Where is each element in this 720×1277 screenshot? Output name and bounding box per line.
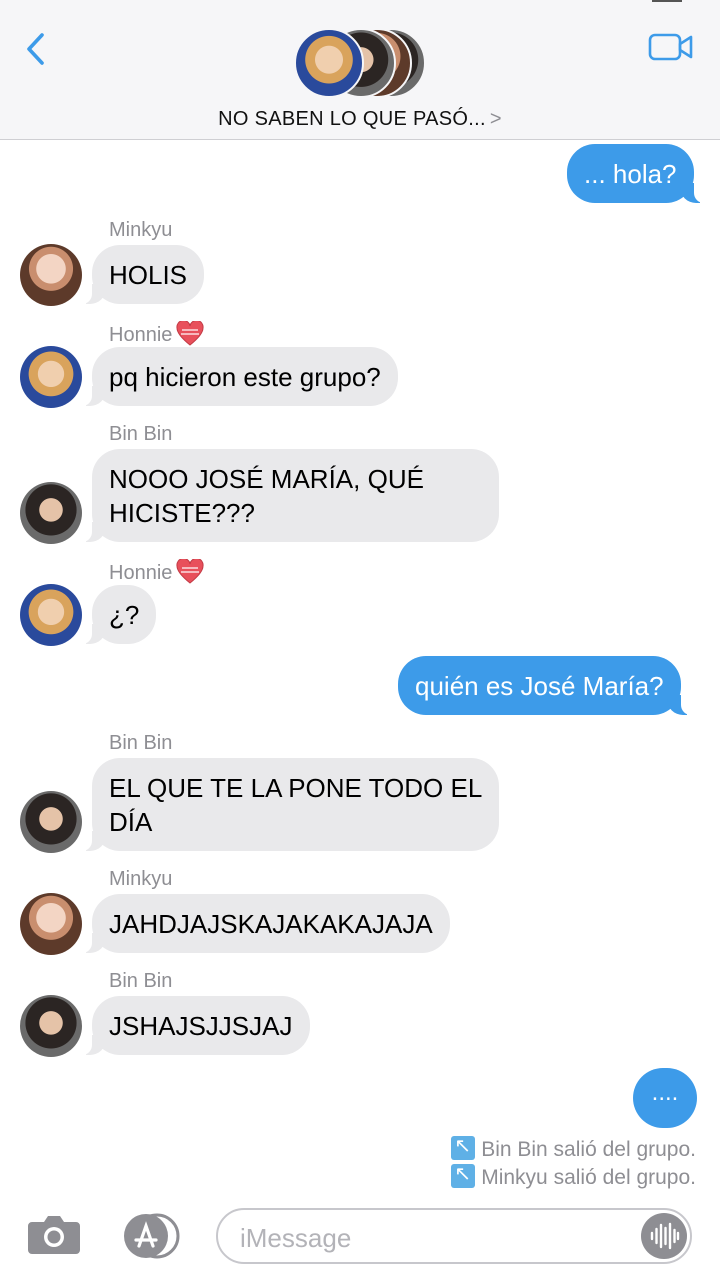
audio-message-button[interactable] — [641, 1213, 687, 1259]
typing-indicator: .... — [633, 1068, 697, 1128]
sender-name: Minkyu — [109, 219, 173, 241]
system-text: Minkyu salió del grupo. — [481, 1166, 696, 1189]
incoming-message[interactable]: JSHAJSJJSJAJ — [82, 996, 310, 1055]
incoming-message[interactable]: HOLIS — [81, 245, 205, 304]
group-name: NO SABEN LO QUE PASÓ... — [218, 108, 486, 130]
app-store-icon — [124, 1213, 180, 1259]
audio-waveform-icon — [650, 1222, 680, 1250]
group-avatar-stack[interactable] — [294, 28, 434, 98]
video-call-button[interactable] — [648, 32, 694, 62]
system-message: Bin Bin salió del grupo. — [451, 1134, 696, 1162]
camera-button[interactable] — [26, 1212, 82, 1256]
system-text: Bin Bin salió del grupo. — [481, 1138, 696, 1161]
conversation-header: NO SABEN LO QUE PASÓ... > — [0, 0, 720, 140]
sender-name: Bin Bin — [109, 423, 173, 445]
chevron-right-icon: > — [489, 108, 502, 130]
avatar[interactable] — [20, 893, 82, 955]
incoming-message[interactable]: NOOO JOSÉ MARÍA, QUÉ HICISTE??? — [82, 449, 499, 542]
incoming-message[interactable]: EL QUE TE LA PONE TODO EL DÍA — [82, 758, 499, 851]
message-text: JSHAJSJJSJAJ — [109, 1011, 293, 1041]
incoming-message[interactable]: ¿? — [81, 585, 157, 644]
message-text: ... hola? — [584, 159, 677, 189]
message-text: pq hicieron este grupo? — [109, 362, 381, 392]
message-text: JAHDJAJSKAJAKAKAJAJA — [109, 909, 433, 939]
imessage-input[interactable] — [238, 1220, 622, 1256]
arrow-up-left-icon — [451, 1134, 476, 1160]
avatar[interactable] — [20, 482, 82, 544]
heart-icon — [176, 559, 204, 584]
outgoing-message[interactable]: quién es José María? — [398, 656, 691, 715]
avatar[interactable] — [20, 791, 82, 853]
message-text: HOLIS — [109, 260, 188, 290]
sender-name: Honnie — [109, 324, 173, 346]
outgoing-message[interactable]: ... hola? — [567, 144, 703, 203]
sender-label: Honnie — [109, 321, 204, 347]
group-name-button[interactable]: NO SABEN LO QUE PASÓ... > — [0, 108, 720, 131]
message-text: ¿? — [109, 600, 140, 630]
group-member-avatar — [294, 28, 364, 98]
imessage-field[interactable] — [216, 1208, 692, 1264]
avatar[interactable] — [20, 995, 82, 1057]
sender-name: Minkyu — [109, 868, 173, 890]
sender-label: Honnie — [109, 559, 204, 585]
message-text: quién es José María? — [415, 671, 664, 701]
status-bar-fragment — [652, 0, 682, 2]
system-message: Minkyu salió del grupo. — [451, 1162, 696, 1190]
camera-icon — [28, 1216, 80, 1254]
avatar[interactable] — [20, 346, 82, 408]
message-text: EL QUE TE LA PONE TODO EL DÍA — [109, 773, 482, 837]
back-button[interactable] — [22, 30, 54, 68]
sender-name: Honnie — [109, 562, 173, 584]
arrow-up-left-icon — [451, 1162, 476, 1188]
sender-name: Bin Bin — [109, 970, 173, 992]
avatar[interactable] — [20, 244, 82, 306]
message-text: NOOO JOSÉ MARÍA, QUÉ HICISTE??? — [109, 464, 424, 528]
video-camera-icon — [648, 33, 693, 61]
app-store-button[interactable] — [118, 1213, 180, 1259]
heart-icon — [176, 321, 204, 346]
avatar[interactable] — [20, 584, 82, 646]
incoming-message[interactable]: JAHDJAJSKAJAKAKAJAJA — [82, 894, 450, 953]
sender-name: Bin Bin — [109, 732, 173, 754]
incoming-message[interactable]: pq hicieron este grupo? — [82, 347, 398, 406]
compose-bar — [0, 1200, 720, 1277]
chevron-left-icon — [27, 33, 44, 65]
